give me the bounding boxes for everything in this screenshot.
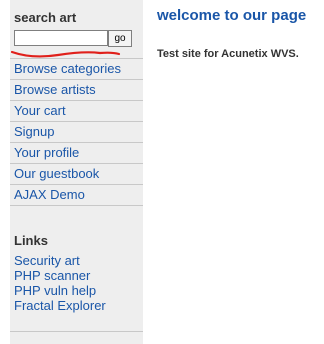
sidebar: search art go Browse categories Browse a… xyxy=(10,0,143,344)
nav-item-your-profile[interactable]: Your profile xyxy=(10,142,143,163)
search-title: search art xyxy=(14,10,77,25)
sidebar-divider xyxy=(10,331,143,332)
link-php-scanner[interactable]: PHP scanner xyxy=(14,268,106,283)
page-description: Test site for Acunetix WVS. xyxy=(157,48,299,60)
nav-item-ajax-demo[interactable]: AJAX Demo xyxy=(10,184,143,206)
links-title: Links xyxy=(14,233,48,248)
nav-item-our-guestbook[interactable]: Our guestbook xyxy=(10,163,143,184)
link-php-vuln-help[interactable]: PHP vuln help xyxy=(14,283,106,298)
nav-menu: Browse categories Browse artists Your ca… xyxy=(10,58,143,206)
page-title: welcome to our page xyxy=(157,7,307,24)
nav-item-browse-categories[interactable]: Browse categories xyxy=(10,58,143,79)
nav-item-your-cart[interactable]: Your cart xyxy=(10,100,143,121)
nav-item-signup[interactable]: Signup xyxy=(10,121,143,142)
link-fractal-explorer[interactable]: Fractal Explorer xyxy=(14,298,106,313)
link-security-art[interactable]: Security art xyxy=(14,253,106,268)
nav-item-browse-artists[interactable]: Browse artists xyxy=(10,79,143,100)
links-list: Security art PHP scanner PHP vuln help F… xyxy=(14,253,106,313)
